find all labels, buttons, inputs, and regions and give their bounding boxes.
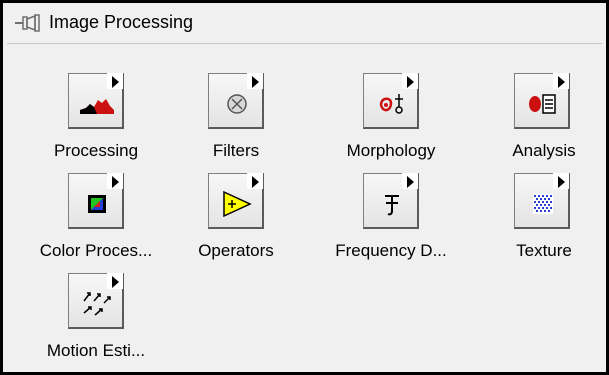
thumbtack-pin-icon[interactable]	[15, 13, 41, 33]
operators-tile[interactable]	[208, 173, 264, 229]
processing-tile[interactable]	[68, 73, 124, 129]
palette-window: Image Processing Processing Filters Morp…	[0, 0, 609, 375]
palette-item-morphology[interactable]: Morphology	[321, 73, 461, 173]
title-divider	[7, 43, 602, 44]
texture-tile[interactable]	[514, 173, 570, 229]
palette-item-processing[interactable]: Processing	[26, 73, 166, 173]
filter-circle-icon	[227, 94, 247, 114]
palette-item-label: Processing	[53, 141, 139, 160]
palette-item-analysis[interactable]: Analysis	[474, 73, 609, 173]
palette-item-color-processing[interactable]: Color Proces...	[26, 173, 166, 273]
palette-item-label: Color Proces...	[39, 241, 153, 260]
filters-tile[interactable]	[208, 73, 264, 129]
texture-grid-icon	[533, 194, 553, 214]
palette-item-label: Frequency D...	[335, 241, 447, 260]
morphology-icon	[379, 94, 403, 114]
palette-title: Image Processing	[49, 12, 194, 32]
frequency-domain-icon	[385, 195, 399, 216]
palette-item-label: Filters	[212, 141, 260, 160]
palette-item-label: Analysis	[512, 141, 576, 160]
palette-item-label: Texture	[516, 241, 572, 260]
palette-item-label: Morphology	[346, 141, 436, 160]
palette-item-filters[interactable]: Filters	[166, 73, 306, 173]
morphology-tile[interactable]	[363, 73, 419, 129]
palette-item-texture[interactable]: Texture	[474, 173, 609, 273]
motion-arrows-icon	[83, 292, 111, 316]
analysis-tile[interactable]	[514, 73, 570, 129]
operator-triangle-icon	[223, 190, 252, 218]
color-processing-tile[interactable]	[68, 173, 124, 229]
analysis-icon	[529, 94, 556, 114]
palette-item-motion-estimation[interactable]: Motion Esti...	[26, 273, 166, 373]
palette-item-operators[interactable]: Operators	[166, 173, 306, 273]
palette-item-label: Operators	[198, 241, 274, 260]
color-square-icon	[88, 195, 106, 213]
palette-item-frequency-domain[interactable]: Frequency D...	[321, 173, 461, 273]
palette-titlebar[interactable]: Image Processing	[3, 3, 606, 43]
palette-item-label: Motion Esti...	[46, 341, 146, 360]
histogram-icon	[80, 99, 114, 114]
frequency-domain-tile[interactable]	[363, 173, 419, 229]
motion-estimation-tile[interactable]	[68, 273, 124, 329]
